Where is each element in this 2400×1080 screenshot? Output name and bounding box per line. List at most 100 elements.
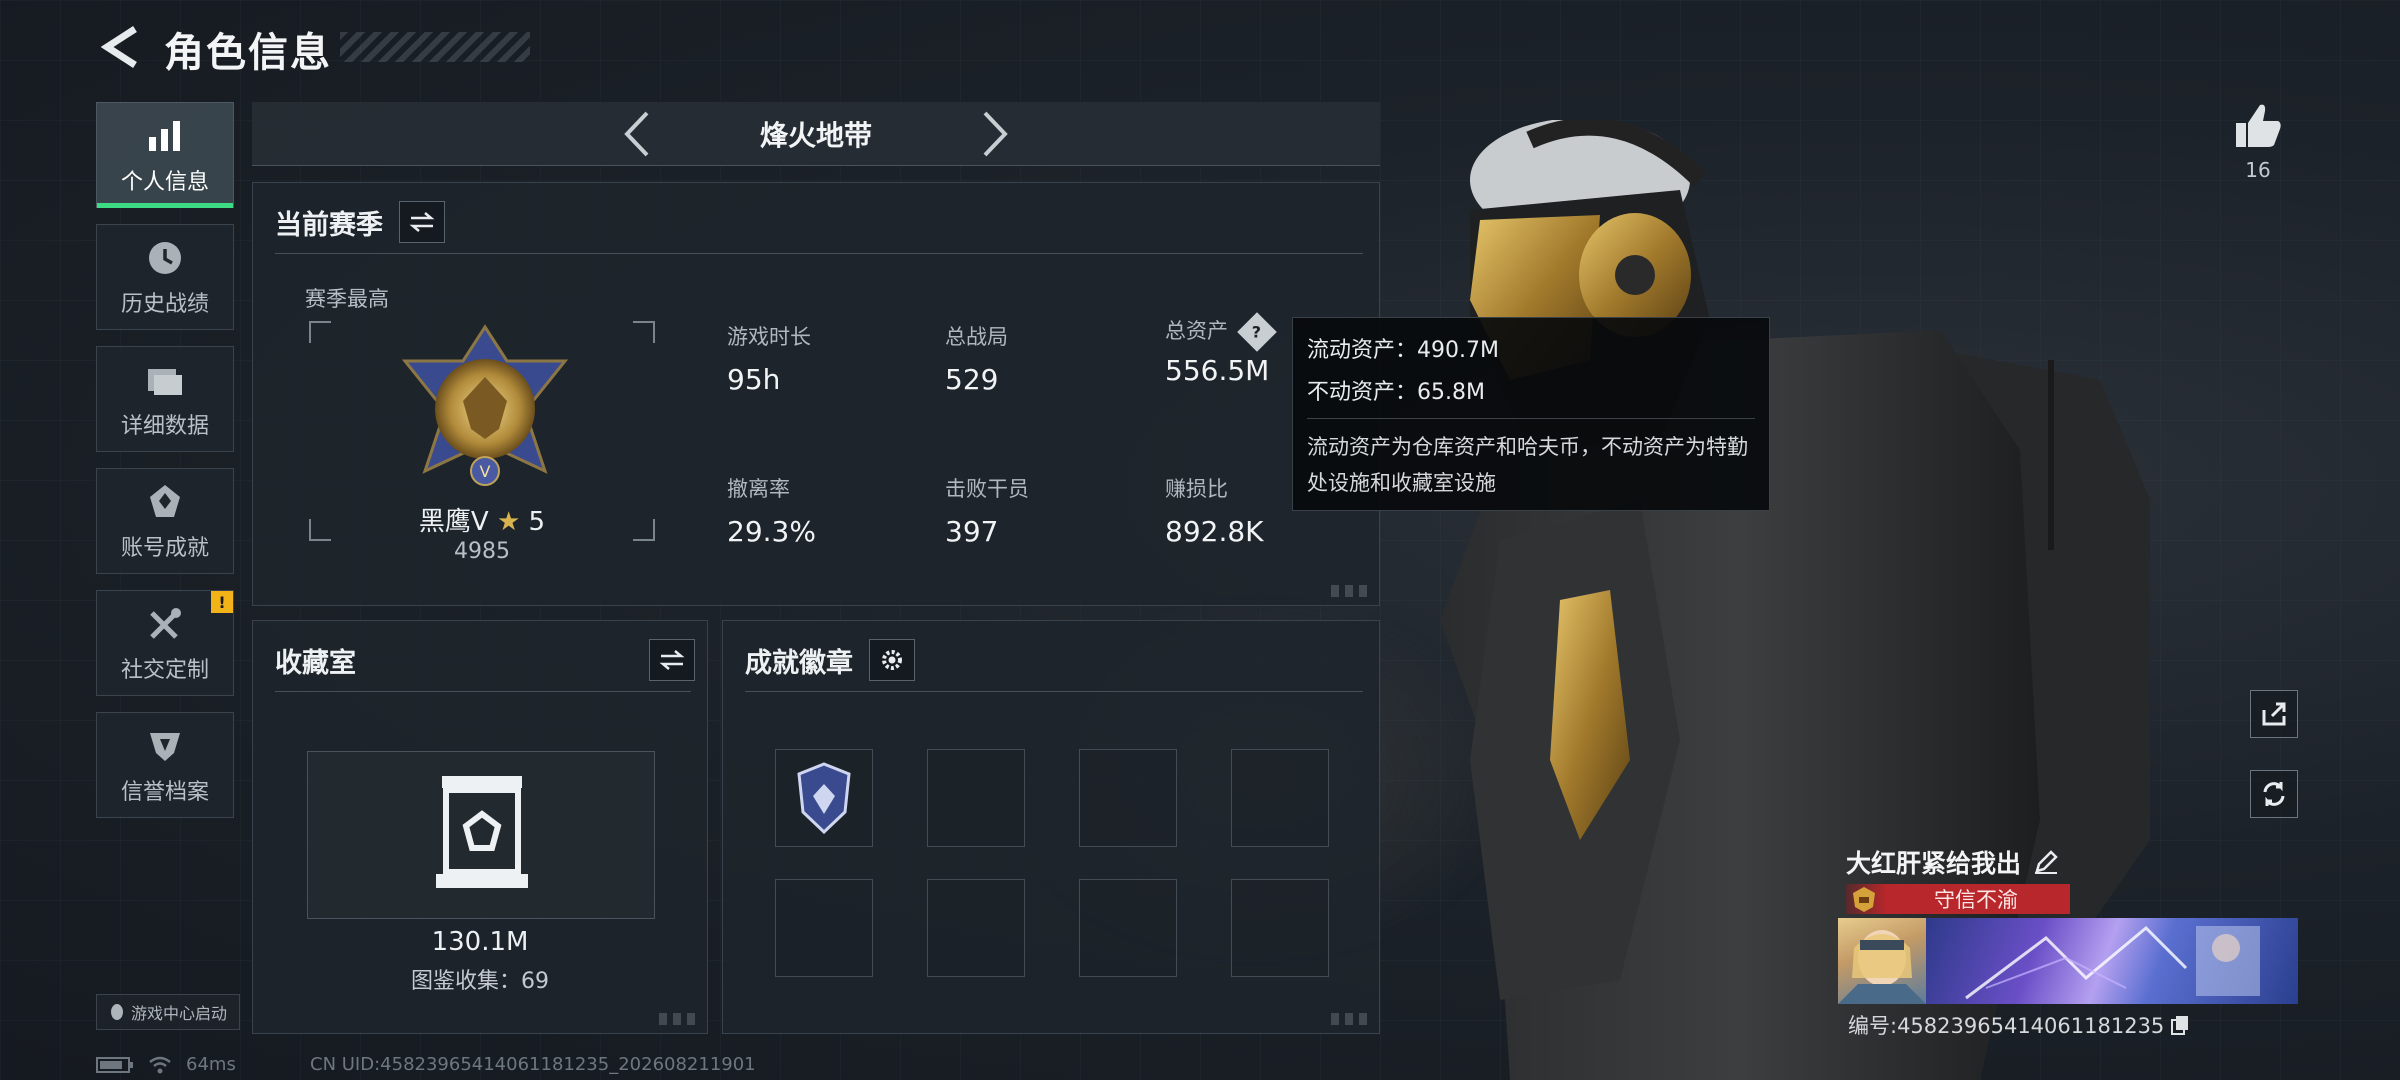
assets-description: 流动资产为仓库资产和哈夫币，不动资产为特勤处设施和收藏室设施 [1307, 435, 1748, 495]
credit-rating-bar: 守信不渝 [1846, 884, 2070, 914]
collection-header: 收藏室 [275, 639, 695, 681]
sidebar-item-credit[interactable]: 信誉档案 [96, 712, 234, 818]
sidebar-item-personal-info[interactable]: 个人信息 [96, 102, 234, 208]
panel-decoration [1331, 585, 1371, 597]
badge-slot-8[interactable] [1231, 879, 1329, 977]
gear-icon [882, 650, 902, 670]
season-panel: 当前赛季 赛季最高 V 黑鹰Ⅴ ★ 5 4985 游戏时长 95h 总战局 52… [252, 182, 1380, 606]
sidebar-item-history[interactable]: 历史战绩 [96, 224, 234, 330]
like-count: 16 [2245, 158, 2271, 182]
fixed-assets: 不动资产：65.8M [1307, 380, 1485, 405]
edit-icon[interactable] [2033, 849, 2059, 875]
stat-label: 击败干员 [945, 477, 1029, 501]
uid-watermark: CN UID:45823965414061181235_202608211901 [310, 1054, 756, 1075]
swap-icon [409, 212, 435, 232]
rank-title: 黑鹰Ⅴ [418, 507, 489, 537]
badges-title: 成就徽章 [745, 647, 853, 679]
player-id-text: 编号:458239654140611812​35 [1848, 1014, 2165, 1038]
banner-card-art [1926, 918, 2298, 1004]
warning-badge: ! [211, 591, 233, 613]
help-icon[interactable]: ? [1236, 312, 1277, 352]
badge-slot-6[interactable] [927, 879, 1025, 977]
sidebar-item-label: 社交定制 [120, 658, 209, 683]
svg-text:V: V [480, 462, 491, 481]
wifi-icon [149, 1056, 171, 1073]
sidebar-item-label: 历史战绩 [120, 292, 209, 317]
liquid-assets: 流动资产：490.7M [1307, 338, 1499, 363]
panel-decoration [1331, 1013, 1371, 1025]
mode-prev-button[interactable] [606, 104, 666, 164]
stat-label: 赚损比 [1165, 477, 1228, 501]
badge-emblem-icon [797, 762, 851, 834]
chevron-left-icon [624, 111, 649, 156]
copy-icon[interactable] [2170, 1014, 2190, 1036]
back-button[interactable] [96, 22, 146, 72]
divider [745, 691, 1363, 692]
season-title: 当前赛季 [275, 209, 383, 241]
collection-room-preview[interactable] [307, 751, 655, 919]
badges-panel: 成就徽章 [722, 620, 1380, 1034]
credit-emblem-icon [1846, 884, 1882, 914]
stat-label: 总资产 ? [1165, 312, 1277, 352]
sidebar-item-details[interactable]: 详细数据 [96, 346, 234, 452]
title-decoration [340, 32, 530, 62]
like-button[interactable] [2230, 98, 2286, 154]
mode-title: 烽火地带 [759, 118, 872, 152]
stat-extraction-rate: 撤离率 29.3% [727, 473, 816, 548]
back-arrow-icon [101, 26, 137, 68]
divider [1307, 418, 1755, 419]
collection-count: 图鉴收集：69 [411, 969, 549, 994]
badge-slot-2[interactable] [927, 749, 1025, 847]
rank-emblem-icon: V [401, 324, 569, 486]
badges-header: 成就徽章 [745, 639, 915, 681]
stat-label: 总战局 [945, 325, 1008, 349]
folder-icon [143, 358, 187, 402]
sidebar-item-social[interactable]: ! 社交定制 [96, 590, 234, 696]
assets-tooltip: 流动资产：490.7M 不动资产：65.8M 流动资产为仓库资产和哈夫币，不动资… [1292, 317, 1770, 511]
qq-icon [110, 1004, 123, 1020]
stat-label-text: 总资产 [1165, 319, 1228, 343]
badge-slot-4[interactable] [1231, 749, 1329, 847]
sidebar-item-label: 详细数据 [120, 414, 209, 439]
stat-value: 529 [945, 363, 999, 396]
badge-slot-5[interactable] [775, 879, 873, 977]
game-center-launch-button[interactable]: 游戏中心启动 [96, 994, 240, 1030]
stat-total-assets: 总资产 ? 556.5M [1165, 312, 1277, 387]
refresh-icon [2263, 782, 2285, 806]
collection-panel: 收藏室 130.1M 图鉴收集：69 [252, 620, 708, 1034]
badge-slot-3[interactable] [1079, 749, 1177, 847]
badge-slot-7[interactable] [1079, 879, 1177, 977]
tools-icon [143, 602, 187, 646]
mode-next-button[interactable] [966, 104, 1026, 164]
sidebar-item-achievements[interactable]: 账号成就 [96, 468, 234, 574]
player-id: 编号:458239654140611812​35 [1848, 1010, 2190, 1040]
stat-value: 95h [727, 363, 781, 396]
stat-label: 游戏时长 [727, 325, 811, 349]
star-icon: ★ [496, 507, 521, 537]
player-name: 大红肝紧给我出 [1846, 844, 2059, 880]
stat-label: 撤离率 [727, 477, 790, 501]
game-center-label: 游戏中心启动 [130, 1004, 227, 1023]
status-bar: 64ms [96, 1054, 236, 1075]
refresh-button[interactable] [2250, 770, 2298, 818]
season-switch-button[interactable] [399, 201, 445, 243]
season-best-label: 赛季最高 [305, 287, 389, 311]
collection-switch-button[interactable] [649, 639, 695, 681]
rank-name: 黑鹰Ⅴ ★ 5 [309, 501, 655, 538]
shield-icon [143, 724, 187, 768]
badge-slot-1[interactable] [775, 749, 873, 847]
player-banner[interactable] [1838, 918, 2298, 1004]
share-button[interactable] [2250, 690, 2298, 738]
player-name-text: 大红肝紧给我出 [1846, 849, 2022, 878]
medal-icon [143, 480, 187, 524]
stat-value: 29.3% [727, 515, 816, 548]
thumbs-up-icon [2236, 104, 2281, 147]
avatar[interactable] [1838, 918, 1926, 1004]
stat-value: 397 [945, 515, 999, 548]
badges-settings-button[interactable] [869, 639, 915, 681]
stat-playtime: 游戏时长 95h [727, 321, 811, 396]
rank-points: 4985 [454, 539, 510, 564]
stat-total-matches: 总战局 529 [945, 321, 1008, 396]
mode-selector: 烽火地带 [252, 102, 1380, 166]
rank-stars: 5 [528, 507, 546, 537]
